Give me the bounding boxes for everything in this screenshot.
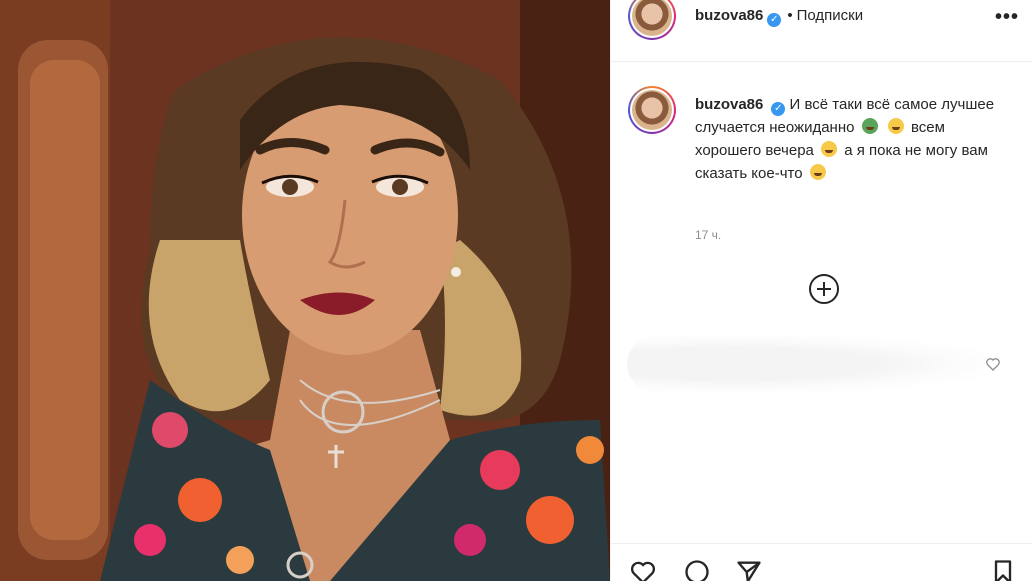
emoji-icon xyxy=(821,141,838,157)
emoji-icon xyxy=(887,118,904,134)
verified-badge-icon: ✓ xyxy=(771,102,786,116)
post-caption: buzova86 ✓ И всё таки всё самое лучшее сл… xyxy=(695,93,995,185)
heart-icon[interactable] xyxy=(629,558,657,581)
comment-icon[interactable] xyxy=(683,558,711,581)
emoji-icon xyxy=(809,164,826,180)
more-options-icon[interactable]: ••• xyxy=(995,6,1019,29)
emoji-icon xyxy=(861,118,878,134)
separator-dot: • xyxy=(787,7,793,24)
author-username-link[interactable]: buzova86 xyxy=(695,7,763,24)
post-photo[interactable] xyxy=(0,0,610,581)
plus-circle-icon[interactable] xyxy=(809,274,839,304)
blurred-comment xyxy=(627,336,987,392)
bookmark-icon[interactable] xyxy=(989,558,1017,581)
send-icon[interactable] xyxy=(735,558,763,581)
header-author-info: buzova86 ✓ • Подписки xyxy=(695,7,863,27)
caption-username-link[interactable]: buzova86 xyxy=(695,96,763,113)
comment-like-heart-icon[interactable] xyxy=(985,356,1001,372)
post-timestamp[interactable]: 17 ч. xyxy=(695,228,721,242)
post-header: buzova86 ✓ • Подписки ••• xyxy=(611,0,1032,62)
verified-badge-icon: ✓ xyxy=(767,13,782,27)
post-action-bar xyxy=(611,543,1032,581)
author-avatar[interactable] xyxy=(628,0,676,40)
following-button[interactable]: Подписки xyxy=(797,7,864,24)
post-side-panel: buzova86 ✓ • Подписки ••• buzova86 ✓ И всё т… xyxy=(610,0,1032,581)
selfie-image xyxy=(0,0,610,581)
caption-author-avatar[interactable] xyxy=(628,86,676,134)
